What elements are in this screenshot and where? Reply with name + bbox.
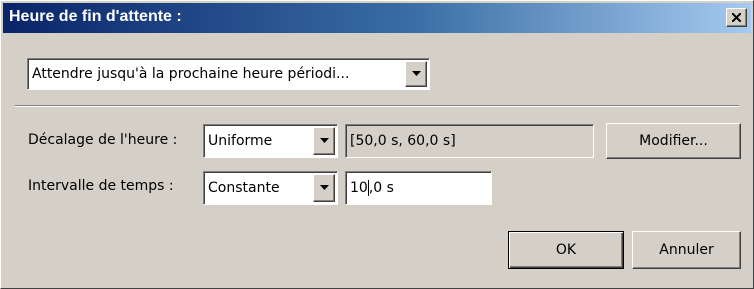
time-offset-range-field: [50,0 s, 60,0 s]: [345, 124, 594, 158]
modify-button[interactable]: Modifier...: [606, 123, 741, 159]
time-offset-range-value: [50,0 s, 60,0 s]: [350, 133, 456, 149]
time-offset-dropdown-button[interactable]: [313, 127, 335, 155]
wait-mode-dropdown-button[interactable]: [405, 61, 427, 87]
chevron-down-icon: [320, 138, 329, 143]
ok-button-label: OK: [555, 242, 577, 258]
wait-mode-select[interactable]: Attendre jusqu'à la prochaine heure péri…: [27, 58, 430, 90]
time-offset-distribution-value: Uniforme: [208, 133, 273, 149]
modify-button-label: Modifier...: [639, 133, 708, 149]
chevron-down-icon: [412, 71, 421, 76]
close-button[interactable]: [726, 8, 747, 27]
chevron-down-icon: [320, 185, 329, 190]
separator: [15, 105, 739, 107]
time-interval-distribution-select[interactable]: Constante: [203, 171, 338, 205]
time-offset-label: Décalage de l'heure :: [28, 132, 178, 148]
time-interval-value-start: 10: [350, 180, 368, 196]
time-interval-label: Intervalle de temps :: [28, 178, 174, 194]
window-title: Heure de fin d'attente :: [9, 8, 182, 25]
cancel-button-label: Annuler: [659, 242, 714, 258]
time-interval-input[interactable]: 10,0 s: [345, 171, 492, 205]
ok-button[interactable]: OK: [508, 231, 624, 269]
time-interval-dropdown-button[interactable]: [313, 174, 335, 202]
time-interval-distribution-value: Constante: [208, 180, 280, 196]
wait-mode-value: Attendre jusqu'à la prochaine heure péri…: [32, 66, 350, 82]
close-icon: [732, 13, 741, 22]
title-bar[interactable]: Heure de fin d'attente :: [3, 3, 751, 33]
dialog-window: Heure de fin d'attente : Attendre jusqu'…: [0, 0, 754, 289]
cancel-button[interactable]: Annuler: [632, 231, 741, 269]
time-offset-distribution-select[interactable]: Uniforme: [203, 124, 338, 158]
time-interval-value-end: ,0 s: [368, 180, 394, 196]
